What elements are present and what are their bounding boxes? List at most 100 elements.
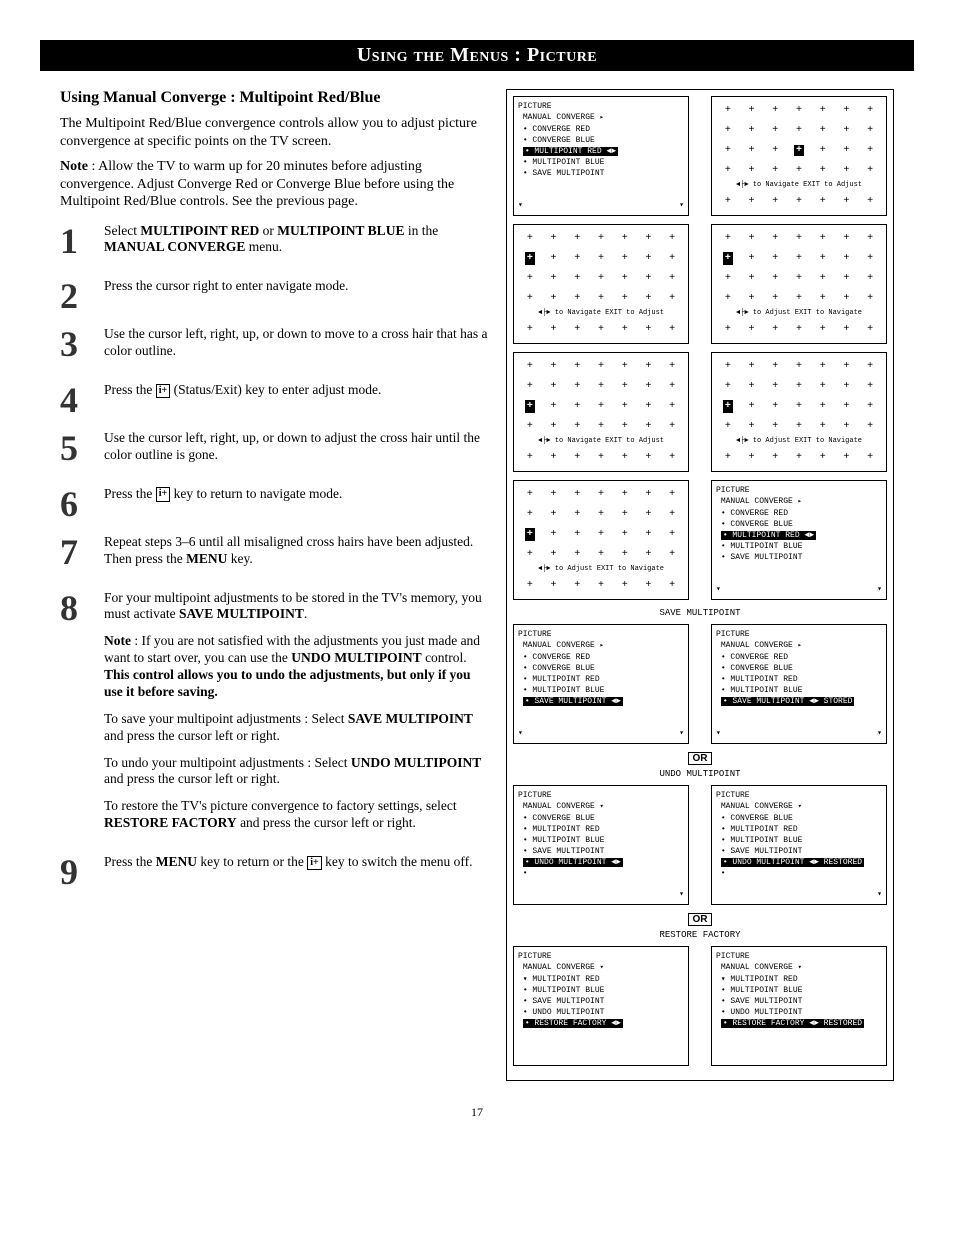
crosshair [772, 145, 778, 156]
crosshair [725, 273, 731, 284]
crosshair-hint: ◄├► to Adjust EXIT to Navigate [538, 564, 664, 575]
crosshair [796, 324, 802, 335]
crosshair [749, 196, 755, 207]
crosshair [598, 580, 604, 591]
step-number-1: 1 [60, 223, 104, 267]
crosshair [645, 233, 651, 244]
crosshair [551, 489, 557, 500]
crosshair [820, 165, 826, 176]
crosshair [867, 401, 873, 412]
menu-panel-multipoint-red: PICTURE MANUAL CONVERGE ▸ CONVERGE RED C… [513, 96, 689, 216]
left-column: Using Manual Converge : Multipoint Red/B… [40, 89, 506, 1081]
or-divider-1: OR [688, 752, 712, 765]
menu-restore-factory-sel: RESTORE FACTORY [534, 1019, 606, 1028]
crosshair [725, 125, 731, 136]
crosshair [622, 509, 628, 520]
menu-panel-multipoint-red-2: PICTURE MANUAL CONVERGE ▸ CONVERGE RED C… [711, 480, 887, 600]
crosshair [749, 381, 755, 392]
crosshair [551, 549, 557, 560]
crosshair [551, 324, 557, 335]
crosshair [645, 489, 651, 500]
step-8-note-label: Note [104, 633, 131, 648]
crosshair [645, 421, 651, 432]
crosshair [843, 273, 849, 284]
menu-picture: PICTURE [716, 790, 882, 801]
right-column: PICTURE MANUAL CONVERGE ▸ CONVERGE RED C… [506, 89, 894, 1081]
label-restore-factory: RESTORE FACTORY [513, 930, 887, 940]
crosshair [622, 580, 628, 591]
menu-manual-converge: MANUAL CONVERGE [721, 641, 793, 650]
crosshair [796, 196, 802, 207]
crosshair [622, 253, 628, 264]
crosshair [645, 273, 651, 284]
intro-note-text: : Allow the TV to warm up for 20 minutes… [60, 159, 454, 209]
crosshair [867, 293, 873, 304]
crosshair [796, 293, 802, 304]
step-7-c: key. [227, 551, 252, 566]
crosshair-panel-2: ◄├► to Navigate EXIT to Adjust [513, 224, 689, 344]
menu-converge-blue: CONVERGE BLUE [523, 664, 595, 673]
crosshair [622, 549, 628, 560]
crosshair [867, 196, 873, 207]
crosshair [645, 401, 651, 412]
crosshair [796, 165, 802, 176]
step-7: 7 Repeat steps 3–6 until all misaligned … [60, 534, 490, 578]
step-6-b: key to return to navigate mode. [170, 486, 342, 501]
crosshair [843, 381, 849, 392]
crosshair [725, 196, 731, 207]
menu-manual-converge: MANUAL CONVERGE [721, 963, 793, 972]
menu-multipoint-blue: MULTIPOINT BLUE [721, 542, 803, 551]
menu-converge-red: CONVERGE RED [721, 653, 788, 662]
crosshair [645, 529, 651, 540]
crosshair [772, 361, 778, 372]
crosshair [551, 361, 557, 372]
crosshair [645, 452, 651, 463]
note-label: Note [60, 159, 88, 174]
crosshair [551, 233, 557, 244]
crosshair [551, 293, 557, 304]
menu-converge-blue: CONVERGE BLUE [721, 520, 793, 529]
crosshair [749, 401, 755, 412]
crosshair [749, 105, 755, 116]
status-exit-icon: i+ [156, 487, 170, 502]
crosshair [725, 145, 731, 156]
menu-converge-blue: CONVERGE BLUE [523, 814, 595, 823]
step-8-undo-b: UNDO MULTIPOINT [351, 755, 481, 770]
menu-stored: STORED [824, 697, 853, 706]
menu-save-multipoint: SAVE MULTIPOINT [721, 553, 803, 562]
step-8-save-a: To save your multipoint adjustments : Se… [104, 711, 348, 726]
step-9: 9 Press the MENU key to return or the i+… [60, 854, 490, 890]
crosshair [669, 273, 675, 284]
crosshair [843, 196, 849, 207]
crosshair [622, 233, 628, 244]
step-9-a: Press the [104, 854, 156, 869]
crosshair [598, 233, 604, 244]
step-4: 4 Press the i+ (Status/Exit) key to ente… [60, 382, 490, 418]
intro-paragraph-2: Note : Allow the TV to warm up for 20 mi… [60, 158, 490, 211]
menu-multipoint-red-sel: MULTIPOINT RED [534, 147, 601, 156]
crosshair [725, 165, 731, 176]
crosshair [725, 324, 731, 335]
step-number-5: 5 [60, 430, 104, 474]
crosshair-panel-1: ◄├► to Navigate EXIT to Adjust [711, 96, 887, 216]
menu-multipoint-blue: MULTIPOINT BLUE [721, 686, 803, 695]
menu-converge-red: CONVERGE RED [721, 509, 788, 518]
step-2: 2 Press the cursor right to enter naviga… [60, 278, 490, 314]
crosshair [527, 293, 533, 304]
crosshair [669, 421, 675, 432]
menu-manual-converge: MANUAL CONVERGE [721, 497, 793, 506]
crosshair [867, 324, 873, 335]
crosshair [598, 324, 604, 335]
crosshair [669, 509, 675, 520]
menu-picture: PICTURE [518, 101, 684, 112]
step-8: 8 For your multipoint adjustments to be … [60, 590, 490, 843]
crosshair-panel-5: ◄├► to Adjust EXIT to Navigate [711, 352, 887, 472]
step-1-d: MULTIPOINT BLUE [277, 223, 404, 238]
crosshair [598, 401, 604, 412]
step-1-c: or [259, 223, 277, 238]
crosshair [598, 529, 604, 540]
menu-panel-restore-restored: PICTURE MANUAL CONVERGE ▾ ▾ MULTIPOINT R… [711, 946, 887, 1066]
menu-picture: PICTURE [518, 790, 684, 801]
crosshair [669, 381, 675, 392]
menu-multipoint-red: MULTIPOINT RED [730, 975, 797, 984]
